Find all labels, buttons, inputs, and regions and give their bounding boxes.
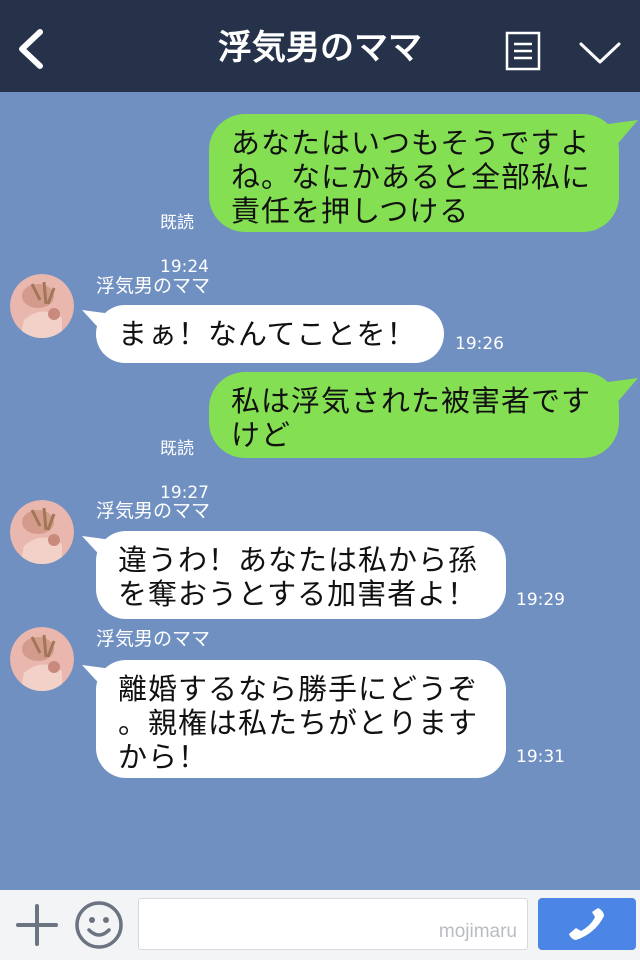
outgoing-message-bubble[interactable]: あなたはいつもそうですよ ね。なにかあると全部私に 責任を押しつける: [209, 114, 619, 232]
phone-icon: [569, 908, 604, 940]
smiley-icon[interactable]: [74, 900, 124, 950]
message-time: 19:26: [455, 334, 504, 354]
watermark: mojimaru: [438, 921, 517, 942]
outgoing-message-bubble[interactable]: 私は浮気された被害者です けど: [209, 372, 619, 458]
chat-title: 浮気男のママ: [218, 28, 422, 68]
incoming-message-bubble[interactable]: 離婚するなら勝手にどうぞ 。親権は私たちがとります から！: [96, 660, 506, 778]
contact-avatar[interactable]: [10, 274, 74, 338]
chat-message-list[interactable]: あなたはいつもそうですよ ね。なにかあると全部私に 責任を押しつける 既読 19…: [0, 92, 640, 890]
sender-name: 浮気男のママ: [96, 628, 211, 650]
message-time: 19:29: [516, 590, 565, 610]
back-chevron-icon[interactable]: [14, 28, 48, 70]
notes-icon[interactable]: [505, 31, 541, 71]
message-input[interactable]: mojimaru: [138, 898, 528, 950]
incoming-message-bubble[interactable]: 違うわ！あなたは私から孫 を奪おうとする加害者よ！: [96, 531, 506, 619]
sender-name: 浮気男のママ: [96, 500, 211, 522]
read-receipt: 既読 19:24: [160, 190, 209, 278]
contact-avatar[interactable]: [10, 627, 74, 691]
chat-input-bar: mojimaru: [0, 890, 640, 960]
message-time: 19:31: [516, 747, 565, 767]
read-receipt: 既読 19:27: [160, 416, 209, 504]
plus-icon[interactable]: [16, 904, 58, 946]
contact-avatar[interactable]: [10, 500, 74, 564]
incoming-message-bubble[interactable]: まぁ！なんてことを！: [96, 305, 444, 363]
chat-header: 浮気男のママ: [0, 0, 640, 92]
sender-name: 浮気男のママ: [96, 275, 211, 297]
read-label: 既読: [160, 439, 194, 459]
call-button[interactable]: [538, 898, 636, 950]
chevron-down-icon[interactable]: [578, 40, 622, 66]
read-label: 既読: [160, 213, 194, 233]
